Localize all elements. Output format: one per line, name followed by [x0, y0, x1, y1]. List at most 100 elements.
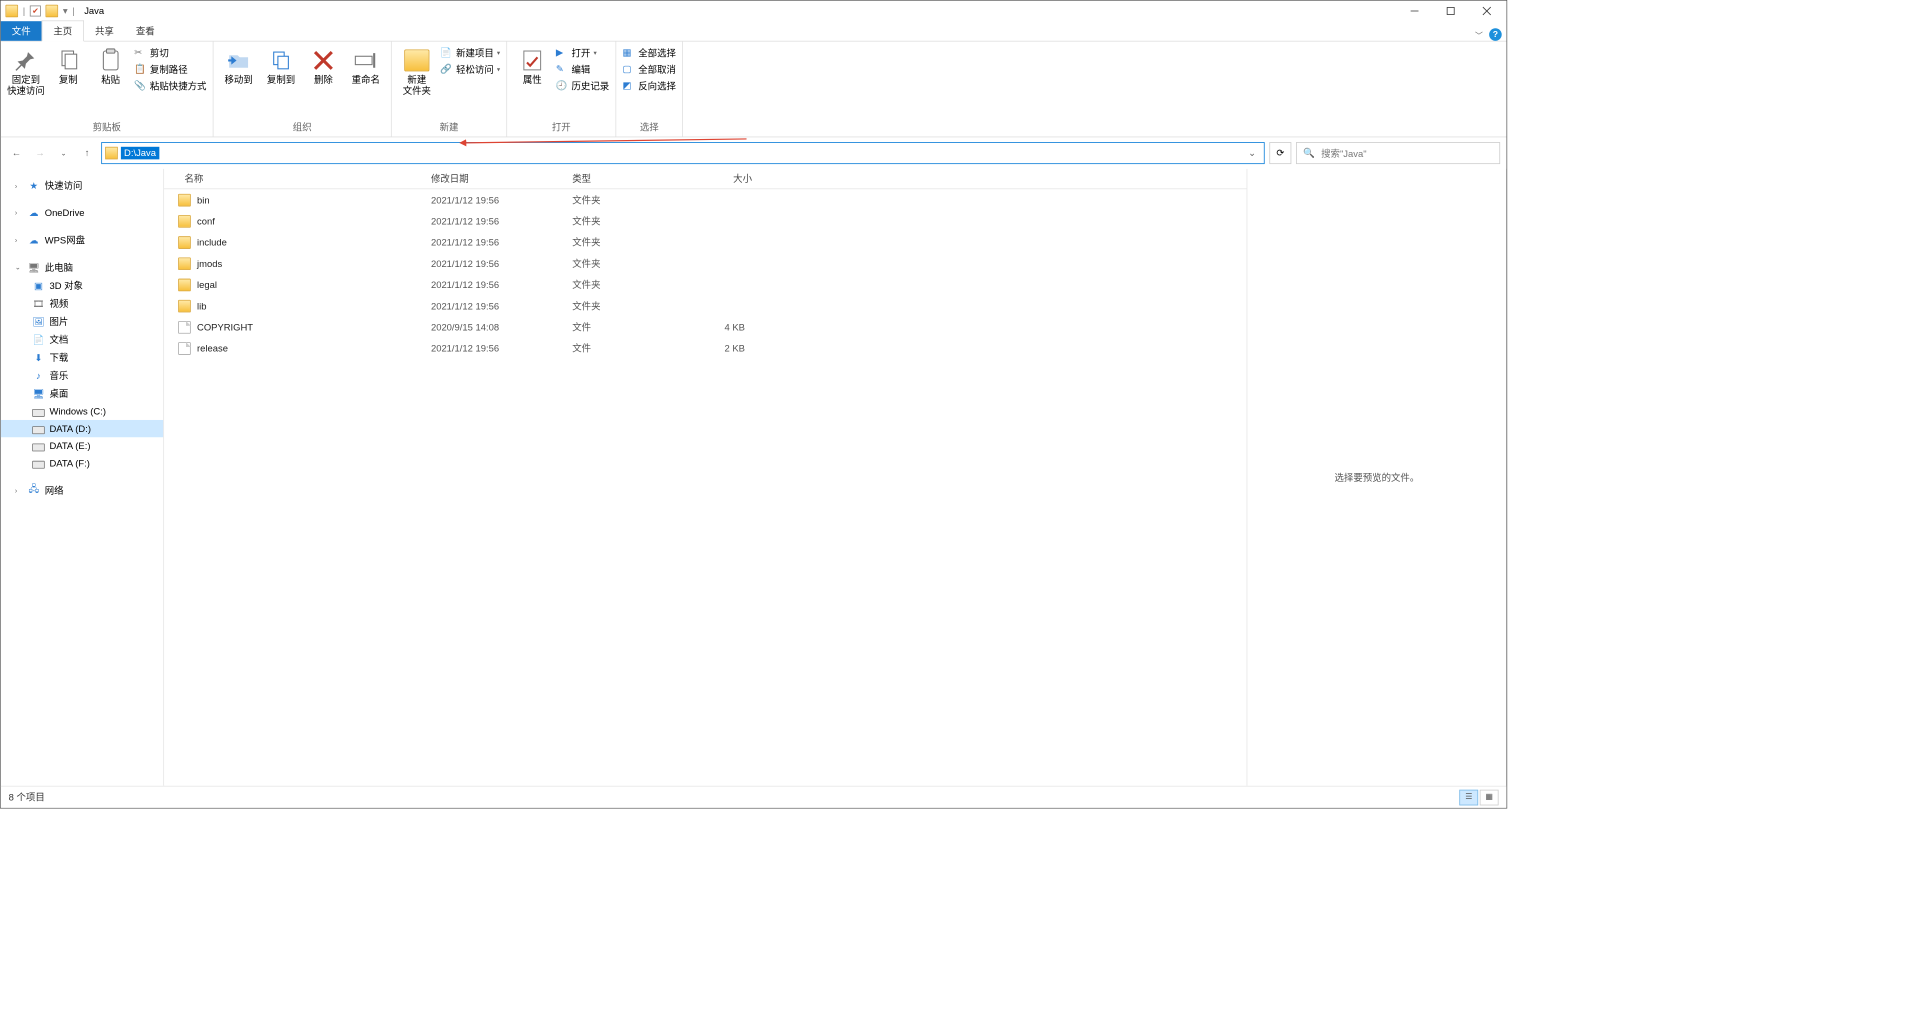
minimize-button[interactable] [1397, 1, 1433, 21]
tab-home[interactable]: 主页 [42, 20, 84, 41]
column-type[interactable]: 类型 [564, 172, 682, 185]
navigation-bar: ← → ⌄ ↑ D:\Java ⌄ ⟳ 🔍 搜索"Java" [1, 137, 1507, 168]
up-button[interactable]: ↑ [78, 144, 97, 163]
tree-documents[interactable]: 📄文档 [1, 330, 163, 348]
folder-icon [178, 278, 191, 291]
copy-to-button[interactable]: 复制到 [262, 45, 300, 86]
ribbon-tabs: 文件 主页 共享 查看 ﹀ ? [1, 21, 1507, 41]
file-icon [178, 321, 191, 334]
tree-drive-c[interactable]: Windows (C:) [1, 403, 163, 420]
address-dropdown-icon[interactable]: ⌄ [1243, 148, 1260, 159]
tree-3d-objects[interactable]: ▣3D 对象 [1, 276, 163, 294]
copy-path-button[interactable]: 📋复制路径 [134, 63, 206, 76]
folder-icon [5, 5, 18, 18]
tree-videos[interactable]: 🎞视频 [1, 294, 163, 312]
file-type: 文件夹 [564, 257, 682, 270]
file-row[interactable]: include2021/1/12 19:56文件夹 [164, 232, 1247, 253]
qat-dropdown-icon[interactable]: ▾ [63, 5, 68, 16]
select-all-button[interactable]: ▦全部选择 [623, 46, 676, 59]
file-row[interactable]: lib2021/1/12 19:56文件夹 [164, 295, 1247, 316]
file-name: jmods [197, 258, 222, 269]
file-name: include [197, 237, 227, 248]
file-name: lib [197, 300, 206, 311]
delete-button[interactable]: 删除 [305, 45, 343, 86]
copy-button[interactable]: 复制 [49, 45, 87, 86]
tree-this-pc[interactable]: ⌄🖥此电脑 [1, 258, 163, 276]
easy-access-button[interactable]: 🔗轻松访问▾ [440, 63, 500, 76]
column-date[interactable]: 修改日期 [423, 172, 564, 185]
invert-selection-button[interactable]: ◩反向选择 [623, 79, 676, 92]
tree-onedrive[interactable]: ›☁OneDrive [1, 204, 163, 221]
file-row[interactable]: COPYRIGHT2020/9/15 14:08文件4 KB [164, 316, 1247, 337]
folder-icon [178, 236, 191, 249]
pin-quickaccess-button[interactable]: 固定到 快速访问 [7, 45, 45, 97]
file-row[interactable]: legal2021/1/12 19:56文件夹 [164, 274, 1247, 295]
file-date: 2021/1/12 19:56 [423, 279, 564, 290]
icons-view-button[interactable]: ▦ [1480, 789, 1499, 805]
address-path[interactable]: D:\Java [121, 147, 159, 160]
file-row[interactable]: jmods 2021/1/12 19:56文件夹 [164, 253, 1247, 274]
properties-button[interactable]: 属性 [513, 45, 551, 86]
details-view-button[interactable]: ☰ [1459, 789, 1478, 805]
move-to-button[interactable]: 移动到 [220, 45, 258, 86]
tree-drive-d[interactable]: DATA (D:) [1, 420, 163, 437]
tab-file[interactable]: 文件 [1, 21, 42, 41]
tree-drive-e[interactable]: DATA (E:) [1, 437, 163, 454]
recent-locations-button[interactable]: ⌄ [54, 144, 73, 163]
refresh-button[interactable]: ⟳ [1269, 142, 1291, 164]
folder-icon [178, 215, 191, 228]
history-button[interactable]: 🕘历史记录 [556, 79, 609, 92]
forward-button[interactable]: → [31, 144, 50, 163]
column-size[interactable]: 大小 [682, 172, 761, 185]
tree-music[interactable]: ♪音乐 [1, 367, 163, 385]
title-bar: | ✔ ▾ | Java [1, 1, 1507, 21]
paste-button[interactable]: 粘贴 [92, 45, 130, 86]
edit-button[interactable]: ✎编辑 [556, 63, 609, 76]
new-folder-button[interactable]: 新建 文件夹 [398, 45, 436, 97]
tab-view[interactable]: 查看 [125, 21, 166, 41]
tree-desktop[interactable]: 🖥桌面 [1, 385, 163, 403]
paste-shortcut-button[interactable]: 📎粘贴快捷方式 [134, 79, 206, 92]
tree-drive-f[interactable]: DATA (F:) [1, 455, 163, 472]
new-item-button[interactable]: 📄新建项目▾ [440, 46, 500, 59]
open-button[interactable]: ▶打开▾ [556, 46, 609, 59]
group-label-open: 打开 [513, 119, 609, 135]
file-type: 文件夹 [564, 193, 682, 206]
tree-wps[interactable]: ›☁WPS网盘 [1, 231, 163, 249]
collapse-ribbon-icon[interactable]: ﹀ [1475, 29, 1483, 41]
back-button[interactable]: ← [7, 144, 26, 163]
address-bar[interactable]: D:\Java ⌄ [101, 142, 1264, 164]
tab-share[interactable]: 共享 [84, 21, 125, 41]
folder-icon [178, 299, 191, 312]
group-label-select: 选择 [623, 119, 676, 135]
cut-button[interactable]: ✂剪切 [134, 46, 206, 59]
group-label-new: 新建 [398, 119, 500, 135]
search-box[interactable]: 🔍 搜索"Java" [1296, 142, 1500, 164]
tree-network[interactable]: ›🖧网络 [1, 481, 163, 499]
file-date: 2021/1/12 19:56 [423, 258, 564, 269]
column-name[interactable]: 名称 [164, 172, 423, 185]
file-row[interactable]: release2021/1/12 19:56文件2 KB [164, 338, 1247, 359]
item-count: 8 个项目 [9, 790, 45, 803]
file-date: 2021/1/12 19:56 [423, 215, 564, 226]
file-list-pane: 名称 修改日期 类型 大小 bin2021/1/12 19:56文件夹conf2… [164, 169, 1247, 786]
tree-downloads[interactable]: ⬇下载 [1, 349, 163, 367]
preview-hint: 选择要预览的文件。 [1334, 471, 1419, 484]
select-none-button[interactable]: ▢全部取消 [623, 63, 676, 76]
rename-button[interactable]: 重命名 [347, 45, 385, 86]
file-type: 文件夹 [564, 299, 682, 312]
group-label-clipboard: 剪贴板 [7, 119, 206, 135]
file-name: COPYRIGHT [197, 321, 253, 332]
tree-quick-access[interactable]: ›★快速访问 [1, 177, 163, 195]
tree-pictures[interactable]: 🖼图片 [1, 312, 163, 330]
file-row[interactable]: bin2021/1/12 19:56文件夹 [164, 189, 1247, 210]
navigation-pane[interactable]: ›★快速访问 ›☁OneDrive ›☁WPS网盘 ⌄🖥此电脑 ▣3D 对象 🎞… [1, 169, 164, 786]
file-name: release [197, 343, 228, 354]
file-row[interactable]: conf2021/1/12 19:56文件夹 [164, 210, 1247, 231]
maximize-button[interactable] [1433, 1, 1469, 21]
properties-qat-icon[interactable]: ✔ [30, 5, 41, 16]
close-button[interactable] [1469, 1, 1505, 21]
help-icon[interactable]: ? [1489, 28, 1502, 41]
file-date: 2021/1/12 19:56 [423, 237, 564, 248]
file-icon [178, 342, 191, 355]
